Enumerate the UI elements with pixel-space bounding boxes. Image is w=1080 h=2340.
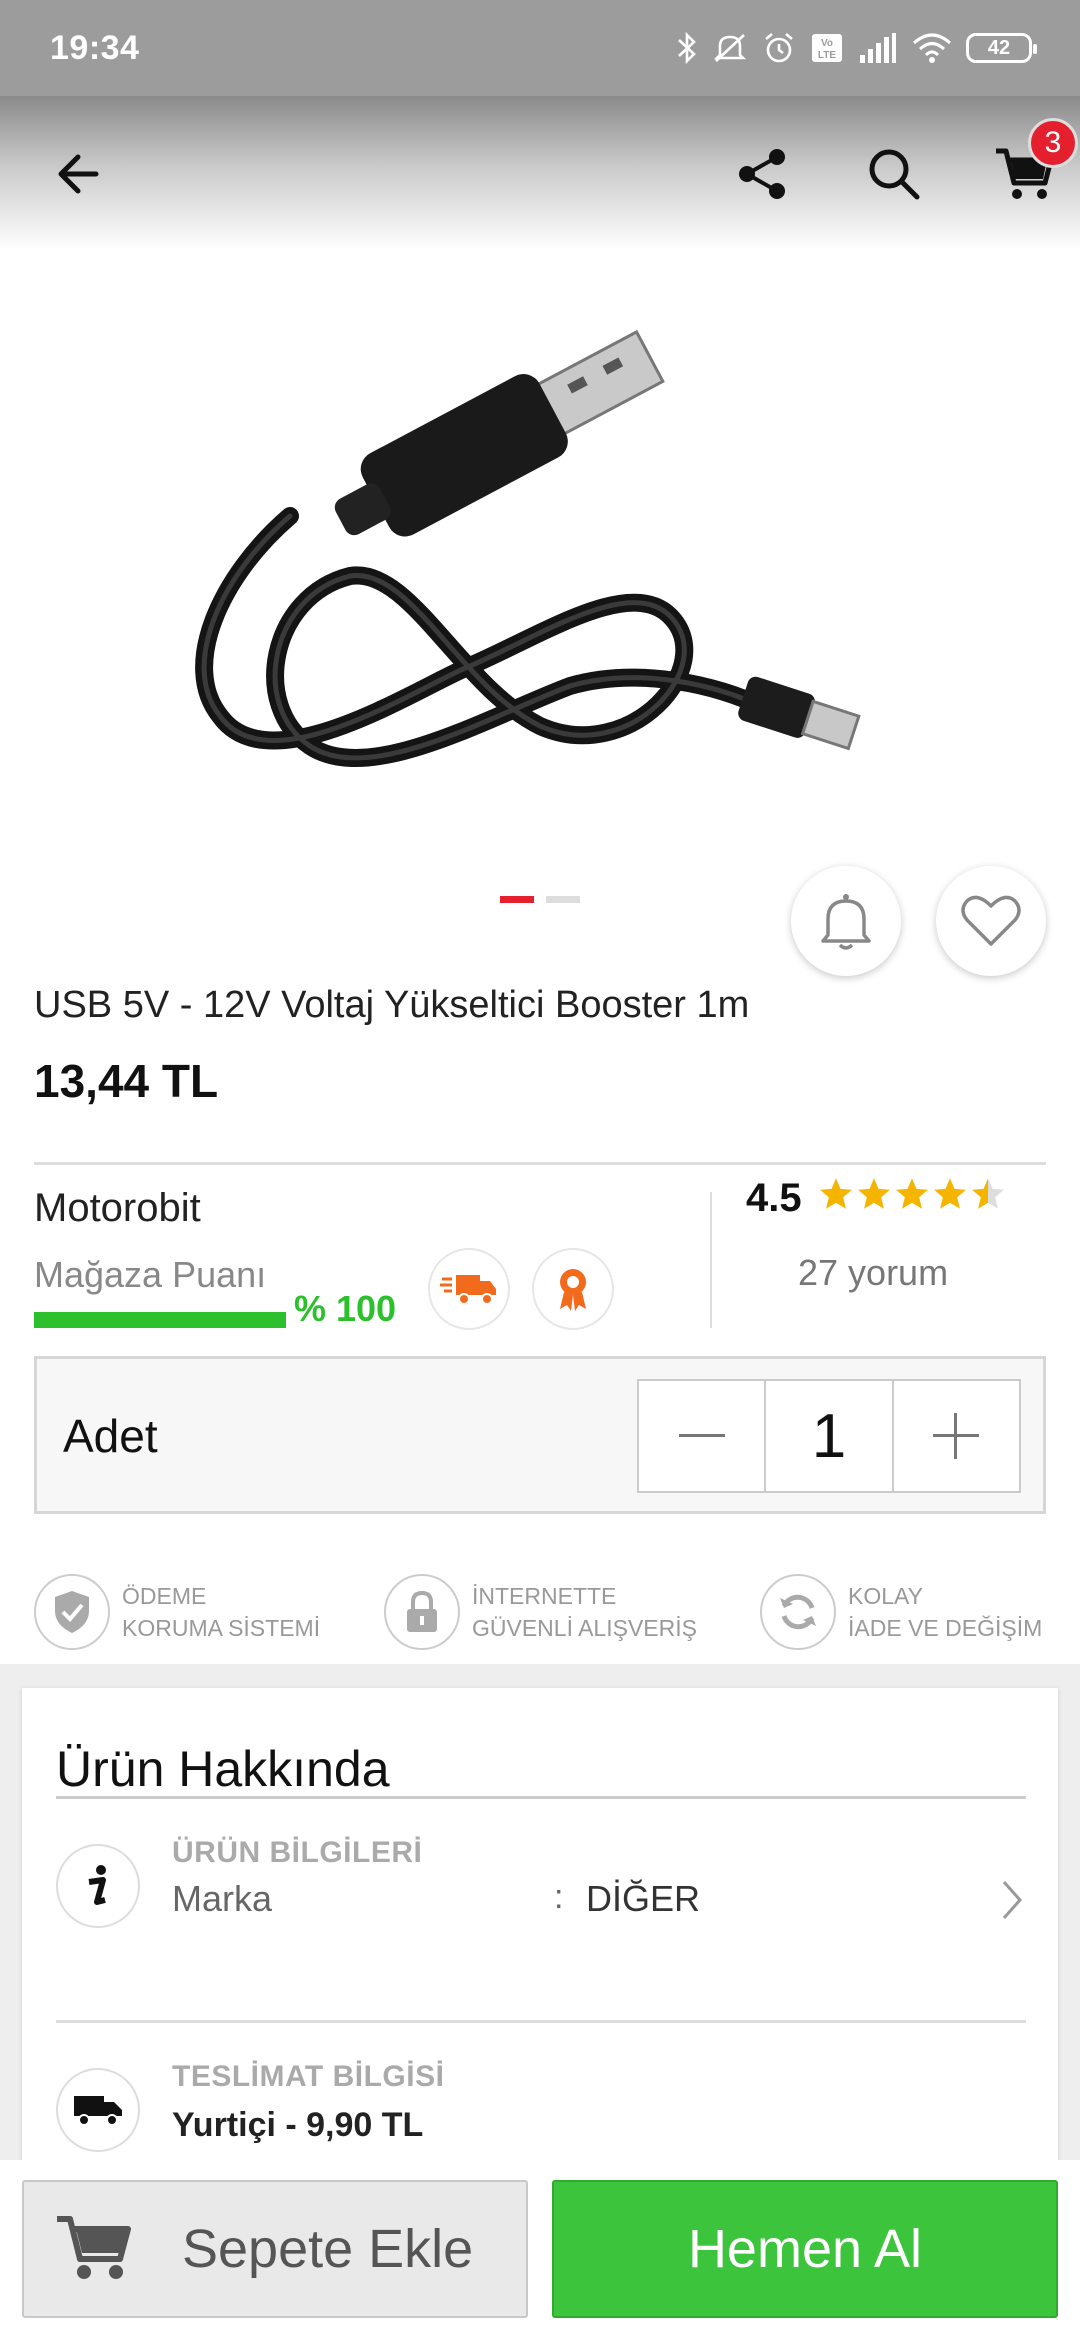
rating-stars bbox=[818, 1176, 1006, 1212]
star-icon bbox=[972, 1178, 1004, 1209]
assurance-secure-icon-wrap bbox=[384, 1574, 460, 1650]
share-button[interactable] bbox=[726, 138, 798, 210]
add-cart-icon-wrap bbox=[54, 2211, 134, 2288]
share-icon bbox=[739, 149, 785, 199]
decrease-button[interactable] bbox=[639, 1381, 767, 1491]
delivery-info-row[interactable]: TESLİMAT BİLGİSİ Yurtiçi - 9,90 TL bbox=[22, 2052, 1058, 2162]
about-divider bbox=[56, 2020, 1026, 2023]
award-badge[interactable] bbox=[532, 1248, 614, 1330]
star-icon bbox=[820, 1178, 852, 1209]
store-score-bar bbox=[34, 1312, 286, 1328]
notify-button[interactable] bbox=[791, 866, 901, 976]
star-icon bbox=[858, 1178, 890, 1209]
assurance-payment-line2: KORUMA SİSTEMİ bbox=[122, 1615, 321, 1641]
about-title: Ürün Hakkında bbox=[56, 1741, 390, 1797]
product-price: 13,44 TL bbox=[34, 1055, 219, 1107]
top-app-bar: 3 bbox=[0, 96, 1080, 250]
star-icon bbox=[896, 1178, 928, 1209]
buy-now-button[interactable]: Hemen Al bbox=[552, 2180, 1058, 2318]
volte-icon: VoLTE bbox=[812, 34, 842, 62]
status-bar: 19:34 Vo LTE 42 bbox=[0, 0, 1080, 96]
quantity-value: 1 bbox=[811, 1401, 847, 1471]
delivery-value: Yurtiçi - 9,90 TL bbox=[172, 2106, 424, 2144]
delivery-heading: TESLİMAT BİLGİSİ bbox=[172, 2060, 445, 2093]
battery-indicator: 42 bbox=[966, 33, 1037, 63]
lock-icon bbox=[407, 1590, 437, 1632]
assurance-return-line2: İADE VE DEĞİŞİM bbox=[848, 1615, 1043, 1641]
assurance-payment: ÖDEME KORUMA SİSTEMİ bbox=[34, 1574, 320, 1650]
back-button[interactable] bbox=[40, 136, 116, 212]
seller-name[interactable]: Motorobit bbox=[34, 1186, 201, 1231]
battery-level: 42 bbox=[987, 36, 1011, 59]
bluetooth-icon bbox=[678, 31, 696, 65]
bell-icon bbox=[821, 894, 871, 950]
award-ribbon-icon bbox=[560, 1269, 586, 1311]
quantity-stepper[interactable]: 1 bbox=[637, 1379, 1021, 1493]
store-score-fill bbox=[34, 1312, 286, 1328]
status-icons: Vo LTE 42 bbox=[676, 31, 1037, 65]
chevron-right-icon bbox=[1002, 1881, 1023, 1919]
brand-value: DİĞER bbox=[586, 1878, 701, 1919]
assurance-payment-line1: ÖDEME bbox=[122, 1583, 207, 1609]
plus-icon bbox=[933, 1413, 980, 1459]
bottom-action-bar: Sepete Ekle Hemen Al bbox=[0, 2160, 1080, 2340]
mute-icon bbox=[713, 34, 747, 62]
brand-colon: : bbox=[554, 1878, 564, 1916]
assurance-payment-text: ÖDEME KORUMA SİSTEMİ bbox=[122, 1580, 320, 1644]
add-to-cart-label: Sepete Ekle bbox=[182, 2219, 474, 2279]
assurance-secure: İNTERNETTE GÜVENLİ ALIŞVERİŞ bbox=[384, 1574, 697, 1650]
search-button[interactable] bbox=[858, 138, 930, 210]
svg-text:Vo: Vo bbox=[821, 38, 833, 49]
assurance-return: KOLAY İADE VE DEĞİŞİM bbox=[760, 1574, 1042, 1650]
minus-icon bbox=[678, 1434, 725, 1437]
quantity-label: Adet bbox=[63, 1410, 158, 1462]
assurance-secure-text: İNTERNETTE GÜVENLİ ALIŞVERİŞ bbox=[472, 1580, 697, 1644]
cart-count-badge: 3 bbox=[1028, 118, 1078, 168]
store-score-value: % 100 bbox=[294, 1288, 397, 1329]
favorite-button[interactable] bbox=[936, 866, 1046, 976]
seller-separator bbox=[710, 1192, 712, 1328]
reviews-link[interactable]: 27 yorum bbox=[798, 1252, 948, 1294]
star-icon bbox=[934, 1178, 966, 1209]
product-title: USB 5V - 12V Voltaj Yükseltici Booster 1… bbox=[34, 984, 750, 1026]
signal-icon bbox=[860, 33, 896, 63]
pagination-dot[interactable] bbox=[546, 896, 580, 903]
alarm-icon bbox=[765, 33, 793, 63]
increase-button[interactable] bbox=[894, 1381, 1019, 1491]
gallery-pagination bbox=[500, 896, 580, 903]
pagination-dot-active[interactable] bbox=[500, 896, 534, 903]
shopping-cart-icon bbox=[57, 2215, 131, 2279]
heart-icon bbox=[961, 895, 1021, 946]
assurance-secure-line1: İNTERNETTE bbox=[472, 1583, 617, 1609]
product-info-row[interactable]: ÜRÜN BİLGİLERİ Marka : DİĞER bbox=[22, 1828, 1058, 1948]
back-arrow-icon bbox=[58, 154, 99, 194]
status-time: 19:34 bbox=[50, 28, 140, 67]
product-info-heading: ÜRÜN BİLGİLERİ bbox=[172, 1836, 423, 1869]
store-score-label: Mağaza Puanı bbox=[34, 1254, 267, 1295]
fast-delivery-badge[interactable] bbox=[428, 1248, 510, 1330]
svg-text:LTE: LTE bbox=[818, 50, 836, 61]
search-icon bbox=[869, 149, 920, 200]
assurance-secure-line2: GÜVENLİ ALIŞVERİŞ bbox=[472, 1615, 697, 1641]
assurance-payment-icon-wrap bbox=[34, 1574, 110, 1650]
assurance-return-icon-wrap bbox=[760, 1574, 836, 1650]
assurance-return-line1: KOLAY bbox=[848, 1583, 923, 1609]
add-to-cart-button[interactable]: Sepete Ekle bbox=[22, 2180, 528, 2318]
quantity-box: Adet 1 bbox=[34, 1356, 1046, 1514]
product-detail-page: 19:34 Vo LTE 42 3 USB 5V - 12V Voltaj Yü… bbox=[0, 0, 1080, 2340]
fast-truck-icon bbox=[440, 1275, 496, 1305]
rating-value: 4.5 bbox=[746, 1176, 802, 1220]
refresh-icon bbox=[780, 1594, 816, 1630]
shield-check-icon bbox=[55, 1591, 89, 1633]
wifi-icon bbox=[913, 33, 951, 63]
about-title-underline bbox=[56, 1796, 1026, 1799]
quantity-field[interactable]: 1 bbox=[766, 1381, 894, 1491]
divider bbox=[34, 1162, 1046, 1165]
brand-key: Marka bbox=[172, 1878, 273, 1919]
assurance-return-text: KOLAY İADE VE DEĞİŞİM bbox=[848, 1580, 1042, 1644]
